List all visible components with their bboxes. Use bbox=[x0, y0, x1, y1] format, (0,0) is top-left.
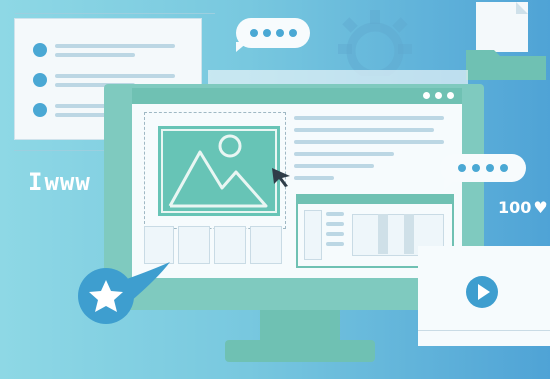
mountain-icon bbox=[161, 129, 277, 213]
gear-icon bbox=[330, 6, 420, 80]
list-item bbox=[33, 43, 175, 57]
play-icon bbox=[464, 274, 500, 310]
likes-count: 100 bbox=[498, 198, 532, 217]
image-placeholder-icon bbox=[158, 126, 280, 216]
likes-badge: 100 ♥ bbox=[498, 198, 548, 217]
folder-icon bbox=[466, 0, 546, 80]
cursor-icon bbox=[270, 166, 292, 188]
star-icon bbox=[60, 258, 180, 328]
monitor-base bbox=[225, 340, 375, 362]
monitor-titlebar bbox=[132, 88, 462, 104]
speech-bubble-icon bbox=[440, 154, 526, 182]
www-text: I www bbox=[28, 168, 91, 196]
heart-icon: ♥ bbox=[533, 198, 548, 217]
